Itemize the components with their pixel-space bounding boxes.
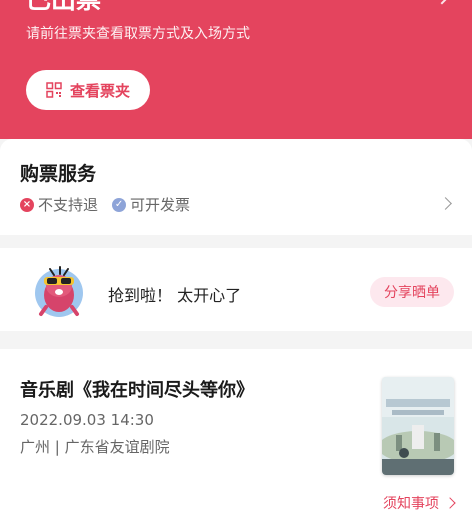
ticket-status-banner: 已出票 请前往票夹查看取票方式及入场方式 查看票夹 [0, 0, 472, 139]
ticket-status-description: 请前往票夹查看取票方式及入场方式 [26, 26, 250, 42]
view-ticket-wallet-button[interactable]: 查看票夹 [26, 70, 150, 110]
mascot-avatar [35, 266, 83, 317]
notice-link[interactable]: 须知事项 [383, 493, 456, 513]
view-ticket-wallet-label: 查看票夹 [69, 82, 130, 100]
close-circle-icon: × [20, 197, 34, 212]
chevron-right-icon[interactable] [439, 197, 452, 210]
show-title: 音乐剧《我在时间尽头等你》 [20, 380, 254, 401]
chevron-right-icon [444, 497, 456, 509]
notice-label: 须知事项 [383, 496, 439, 512]
show-venue: 广州 | 广东省友谊剧院 [20, 438, 170, 456]
share-order-button[interactable]: 分享晒单 [370, 277, 454, 307]
show-datetime: 2022.09.03 14:30 [20, 411, 154, 429]
service-item-no-refund: × 不支持退 [20, 194, 98, 215]
service-item-label: 可开发票 [130, 196, 191, 214]
ticket-service-list: × 不支持退 ✓ 可开发票 [20, 194, 204, 215]
service-item-invoice: ✓ 可开发票 [112, 194, 190, 215]
service-item-label: 不支持退 [38, 196, 99, 214]
qr-code-icon [46, 82, 62, 98]
show-poster-image [382, 377, 454, 475]
ticket-service-card[interactable]: 购票服务 × 不支持退 ✓ 可开发票 [0, 139, 472, 235]
chevron-right-icon[interactable] [433, 0, 451, 5]
show-info-card[interactable]: 音乐剧《我在时间尽头等你》 2022.09.03 14:30 广州 | 广东省友… [0, 349, 472, 529]
share-card: 抢到啦！ 太开心了 分享晒单 [0, 248, 472, 331]
ticket-status-title: 已出票 [26, 0, 101, 14]
ticket-service-title: 购票服务 [20, 163, 97, 185]
share-message: 抢到啦！ 太开心了 [108, 286, 242, 305]
check-circle-icon: ✓ [112, 197, 127, 212]
